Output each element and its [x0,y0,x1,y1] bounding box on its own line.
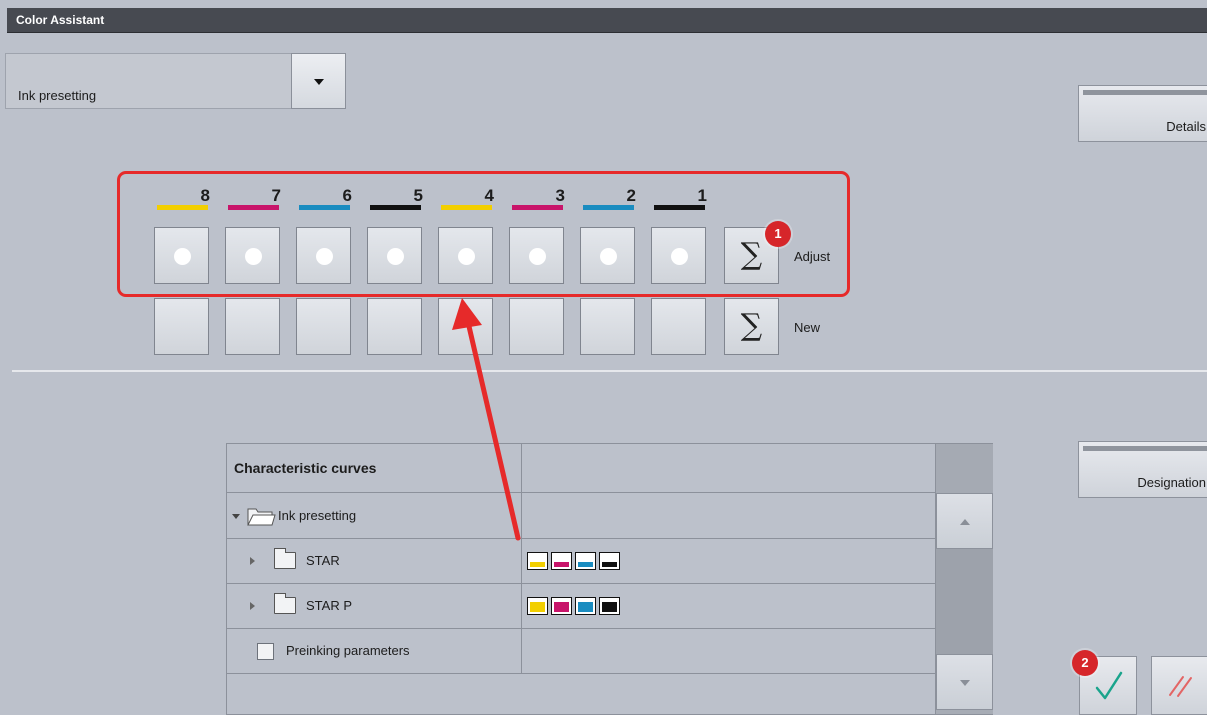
button-stripe [1083,90,1207,95]
new-ink-2-button[interactable] [580,298,635,355]
tree-item-star[interactable]: STAR [227,539,935,584]
swatch-black [599,552,620,570]
tree-item-label: STAR P [306,598,352,613]
swatch-black [599,597,620,615]
cancel-slashes-icon [1169,676,1192,697]
details-button-label: Details [1166,119,1206,134]
expand-closed-icon[interactable] [250,602,255,610]
dropdown-value: Ink presetting [18,88,97,103]
chevron-down-icon [314,79,324,85]
button-stripe [1083,446,1207,451]
section-divider [12,370,1207,372]
swatch-yellow [527,552,548,570]
tree-item-label: Preinking parameters [286,643,410,658]
tree-item-label: Ink presetting [278,508,357,523]
tree-item-preinking-parameters[interactable]: Preinking parameters [227,629,935,674]
new-ink-1-button[interactable] [651,298,706,355]
scroll-track[interactable] [936,549,993,654]
designation-button[interactable]: Designation [1078,441,1207,498]
new-all-sum-button[interactable]: ∑ [724,298,779,355]
table-header-title: Characteristic curves [234,460,377,476]
new-ink-8-button[interactable] [154,298,209,355]
new-ink-4-button[interactable] [438,298,493,355]
dropdown-toggle-button[interactable] [291,53,346,109]
checkmark-icon [1095,671,1123,700]
arrow-down-icon [960,680,970,686]
new-ink-7-button[interactable] [225,298,280,355]
function-dropdown[interactable]: Ink presetting [5,53,346,109]
annotation-highlight-box [117,171,850,297]
swatch-magenta [551,597,572,615]
expand-open-icon[interactable] [232,514,240,519]
designation-button-label: Designation [1137,475,1206,490]
annotation-badge-1: 1 [765,221,791,247]
scroll-down-button[interactable] [936,654,993,710]
details-button[interactable]: Details [1078,85,1207,142]
table-header: Characteristic curves [227,444,935,493]
tree-item-star-p[interactable]: STAR P [227,584,935,629]
folder-icon [274,593,296,614]
new-row-label: New [794,320,821,335]
folder-icon [274,548,296,569]
swatch-magenta [551,552,572,570]
characteristic-curves-table: Characteristic curves Ink presetting STA… [226,443,993,715]
new-ink-3-button[interactable] [509,298,564,355]
scrollbar-header-cap [936,444,993,493]
new-ink-5-button[interactable] [367,298,422,355]
expand-closed-icon[interactable] [250,557,255,565]
annotation-badge-2: 2 [1072,650,1098,676]
swatch-cyan [575,597,596,615]
scroll-up-button[interactable] [936,493,993,549]
arrow-up-icon [960,519,970,525]
swatch-cyan [575,552,596,570]
table-scrollbar[interactable] [935,444,993,714]
preinking-checkbox[interactable] [257,643,274,660]
new-ink-6-button[interactable] [296,298,351,355]
tree-item-ink-presetting[interactable]: Ink presetting [227,494,935,539]
swatch-yellow [527,597,548,615]
tree-item-label: STAR [306,553,340,568]
cancel-button[interactable] [1151,656,1207,715]
window-title: Color Assistant [7,8,1207,33]
